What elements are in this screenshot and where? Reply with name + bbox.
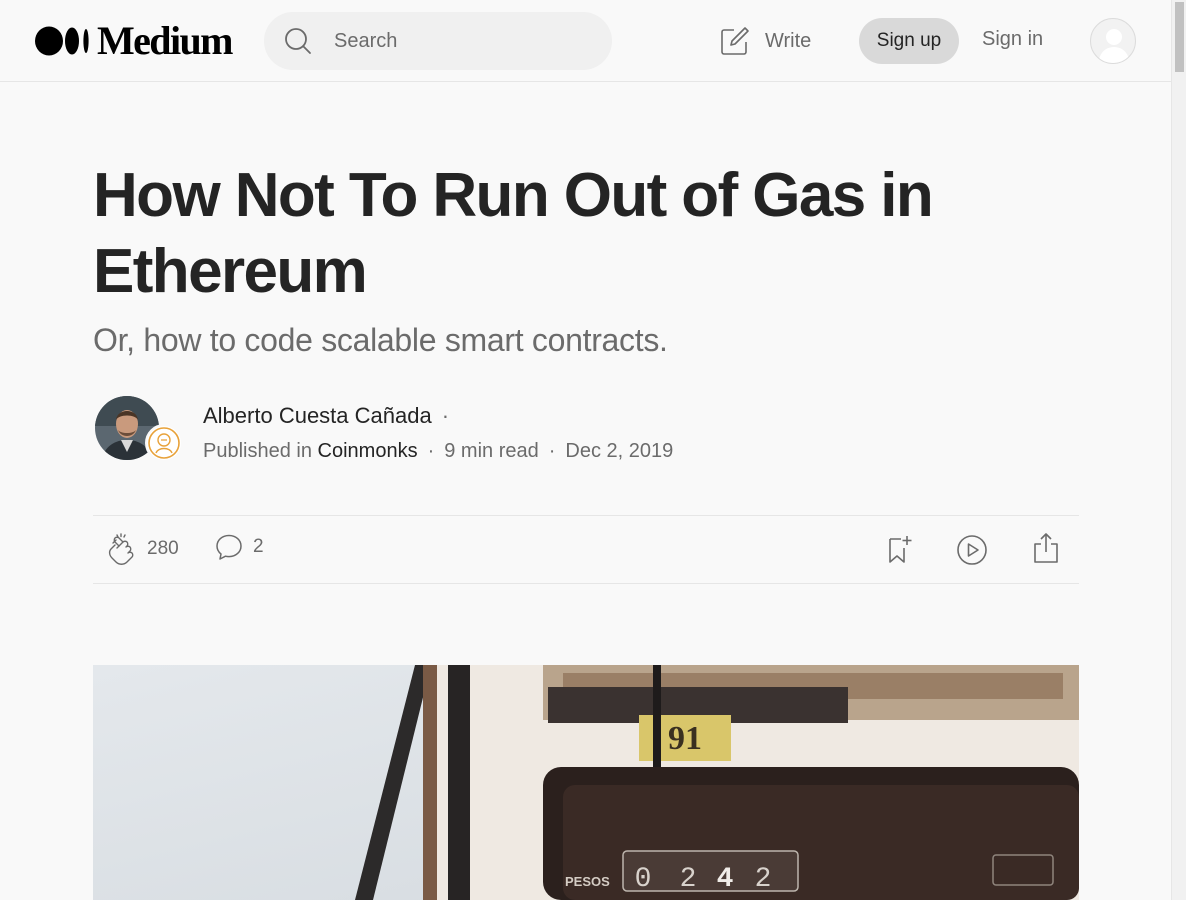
article-actions-bar: 280 2 [93, 515, 1079, 584]
read-time: 9 min read [444, 440, 539, 462]
counter-digit: 4 [717, 864, 734, 895]
user-avatar-icon [1098, 29, 1130, 63]
responses-button[interactable]: 2 [215, 533, 264, 561]
published-in-label: Published in [203, 440, 312, 462]
publish-date: Dec 2, 2019 [565, 440, 674, 462]
scrollbar-thumb[interactable] [1175, 2, 1184, 72]
meta-separator: · [548, 440, 556, 462]
clap-icon [108, 533, 134, 565]
search-bar[interactable] [264, 12, 612, 70]
search-input[interactable] [332, 28, 596, 54]
publication-badge[interactable] [145, 424, 183, 462]
page-scrollbar[interactable] [1171, 0, 1186, 900]
write-icon [721, 27, 749, 55]
hero-image: 91 PESOS 0 2 4 2 [93, 665, 1079, 900]
bookmark-add-icon [889, 536, 912, 563]
listen-button[interactable] [956, 534, 988, 566]
counter-digit: 2 [755, 864, 772, 895]
write-button[interactable]: Write [720, 23, 811, 59]
share-button[interactable] [1033, 532, 1059, 564]
comment-icon [216, 534, 242, 560]
article-title: How Not To Run Out of Gas in Ethereum [93, 161, 934, 306]
coinmonks-icon [148, 427, 180, 459]
currency-label: PESOS [565, 874, 610, 889]
counter-digit: 0 [635, 864, 652, 895]
write-label: Write [765, 29, 812, 52]
author-separator: · [441, 403, 450, 428]
author-name[interactable]: Alberto Cuesta Cañada [203, 403, 432, 428]
search-icon [285, 28, 311, 54]
meta-separator: · [427, 440, 435, 462]
share-icon [1034, 533, 1058, 563]
fuel-grade-label: 91 [668, 720, 702, 757]
play-icon [957, 535, 987, 565]
clap-count: 280 [147, 538, 179, 559]
sign-in-link[interactable]: Sign in [982, 28, 1043, 51]
medium-logo-icon [35, 26, 91, 56]
author-line: Alberto Cuesta Cañada · [203, 403, 449, 429]
publication-link[interactable]: Coinmonks [318, 440, 418, 462]
save-button[interactable] [887, 534, 913, 564]
medium-wordmark: Medium [97, 18, 233, 63]
user-avatar[interactable] [1090, 18, 1136, 64]
article-meta: Published in Coinmonks · 9 min read · Dec 2,… [203, 438, 673, 464]
response-count: 2 [253, 536, 264, 557]
top-navigation: Medium Write Sign up Sign in [0, 0, 1171, 82]
counter-digit: 2 [680, 864, 697, 895]
gas-pump-photo: 91 PESOS 0 2 4 2 [93, 665, 1079, 900]
sign-up-button[interactable]: Sign up [859, 18, 959, 64]
clap-button[interactable]: 280 [107, 533, 179, 565]
article-subtitle: Or, how to code scalable smart contracts… [93, 322, 668, 358]
medium-logo[interactable]: Medium [35, 18, 233, 63]
